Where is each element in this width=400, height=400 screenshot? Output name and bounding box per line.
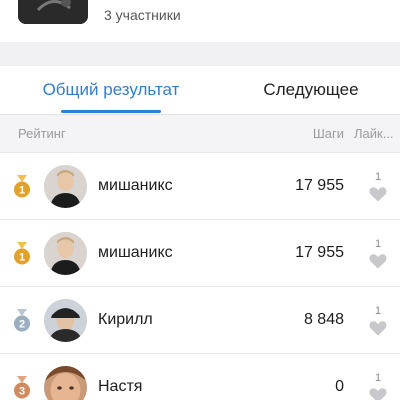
tab-next[interactable]: Следующее: [222, 66, 400, 114]
table-header: Рейтинг Шаги Лайк...: [0, 114, 400, 152]
like-count: 1: [374, 305, 382, 317]
group-header: 3 участники: [0, 0, 400, 42]
step-count: 17 955: [295, 244, 344, 261]
like-count: 1: [374, 238, 382, 250]
leaderboard-row[interactable]: 1 мишаникс 17 955 1: [0, 152, 400, 219]
heart-icon[interactable]: [369, 186, 387, 202]
members-count: 3 участники: [104, 7, 181, 23]
participant-name: мишаникс: [98, 177, 173, 194]
avatar[interactable]: [44, 366, 87, 400]
group-avatar[interactable]: [18, 0, 88, 24]
svg-text:2: 2: [19, 319, 25, 331]
gold-medal-icon: 1: [14, 242, 30, 265]
participant-name: мишаникс: [98, 244, 173, 261]
tab-bar: Общий результат Следующее: [0, 66, 400, 114]
avatar[interactable]: [44, 232, 87, 275]
step-count: 17 955: [295, 177, 344, 194]
leaderboard-list: 1 мишаникс 17 955 1 1 мишаникс 17 955 1 …: [0, 152, 400, 400]
active-tab-indicator: [61, 110, 161, 113]
avatar[interactable]: [44, 299, 87, 342]
leaderboard-row[interactable]: 3 Настя 0 1: [0, 353, 400, 400]
svg-text:3: 3: [19, 386, 25, 398]
step-count: 0: [335, 378, 344, 395]
like-count: 1: [374, 372, 382, 384]
like-count: 1: [374, 171, 382, 183]
heart-icon[interactable]: [369, 387, 387, 400]
heart-icon[interactable]: [369, 320, 387, 336]
participant-name: Кирилл: [98, 311, 153, 328]
participant-name: Настя: [98, 378, 143, 395]
leaderboard-row[interactable]: 2 Кирилл 8 848 1: [0, 286, 400, 353]
tab-overall-result[interactable]: Общий результат: [0, 66, 222, 114]
column-rank: Рейтинг: [18, 126, 66, 141]
avatar[interactable]: [44, 165, 87, 208]
step-count: 8 848: [303, 311, 344, 328]
gold-medal-icon: 1: [14, 175, 30, 198]
silver-medal-icon: 2: [14, 309, 30, 332]
column-likes[interactable]: Лайк...: [354, 126, 394, 141]
svg-text:1: 1: [19, 185, 25, 197]
leaderboard-row[interactable]: 1 мишаникс 17 955 1: [0, 219, 400, 286]
bronze-medal-icon: 3: [14, 376, 30, 399]
heart-icon[interactable]: [369, 253, 387, 269]
svg-text:1: 1: [19, 252, 25, 264]
column-steps[interactable]: Шаги: [313, 126, 344, 141]
